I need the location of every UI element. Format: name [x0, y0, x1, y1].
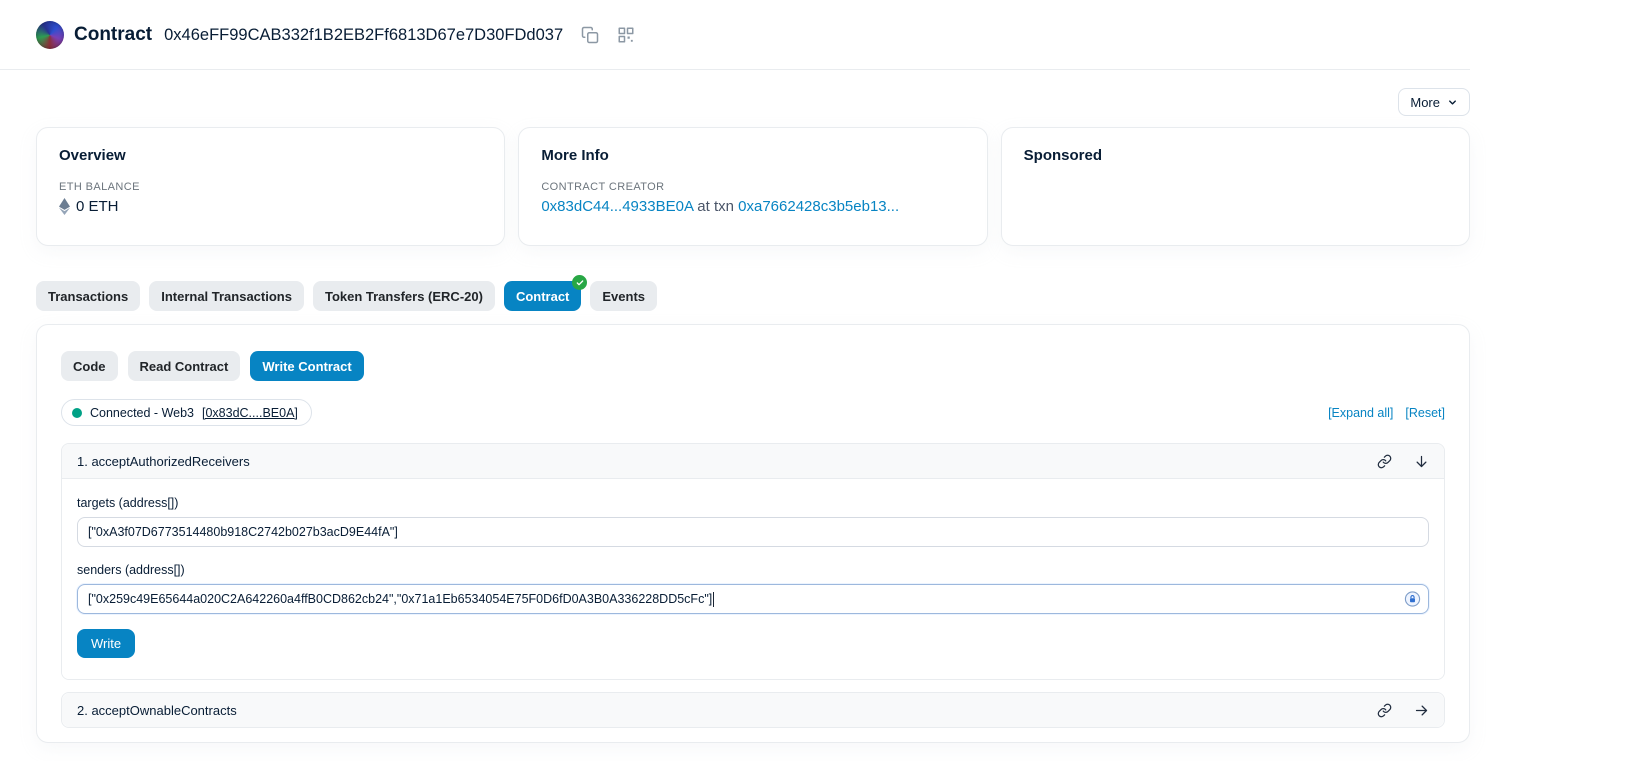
eth-diamond-icon	[59, 198, 70, 215]
subtab-code[interactable]: Code	[61, 351, 118, 381]
overview-card-title: Overview	[59, 147, 482, 164]
text-caret	[713, 592, 714, 607]
password-manager-lock-icon[interactable]	[1404, 591, 1421, 608]
contract-creator-label: CONTRACT CREATOR	[541, 181, 964, 193]
page-title: Contract	[74, 24, 152, 46]
tab-events[interactable]: Events	[590, 281, 657, 311]
senders-input-value: ["0x259c49E65644a020C2A642260a4ffB0CD862…	[88, 592, 712, 606]
method-1-body: targets (address[]) ["0xA3f07D6773514480…	[62, 478, 1444, 679]
subtab-write-contract[interactable]: Write Contract	[250, 351, 363, 381]
sponsored-card: Sponsored	[1001, 127, 1470, 246]
verified-check-icon	[572, 275, 587, 290]
senders-input[interactable]: ["0x259c49E65644a020C2A642260a4ffB0CD862…	[77, 584, 1429, 614]
summary-cards: Overview ETH BALANCE 0 ETH More Info CON…	[36, 127, 1470, 246]
connected-dot-icon	[72, 408, 82, 418]
tab-contract[interactable]: Contract	[504, 281, 581, 311]
targets-input-value: ["0xA3f07D6773514480b918C2742b027b3acD9E…	[88, 525, 398, 539]
contract-avatar	[36, 21, 64, 49]
targets-input[interactable]: ["0xA3f07D6773514480b918C2742b027b3acD9E…	[77, 517, 1429, 547]
overview-card: Overview ETH BALANCE 0 ETH	[36, 127, 505, 246]
creation-txn-link[interactable]: 0xa7662428c3b5eb13...	[738, 198, 899, 215]
at-txn-text: at txn	[697, 198, 734, 215]
chevron-down-icon	[1447, 97, 1458, 108]
main-tabs: Transactions Internal Transactions Token…	[36, 281, 1470, 311]
collapse-arrow-down-icon[interactable]	[1414, 454, 1429, 469]
write-button[interactable]: Write	[77, 629, 135, 658]
reset-link[interactable]: [Reset]	[1405, 406, 1445, 420]
header-divider	[0, 69, 1470, 70]
method-1-header[interactable]: 1. acceptAuthorizedReceivers	[62, 444, 1444, 478]
method-accordion-1: 1. acceptAuthorizedReceivers targets (ad…	[61, 443, 1445, 680]
eth-balance-label: ETH BALANCE	[59, 181, 482, 193]
more-button-label: More	[1410, 95, 1440, 110]
contract-subtabs: Code Read Contract Write Contract	[61, 351, 1445, 381]
expand-all-link[interactable]: [Expand all]	[1328, 406, 1393, 420]
copy-icon[interactable]	[581, 26, 599, 44]
connected-wallet-link[interactable]: [0x83dC....BE0A]	[202, 406, 298, 420]
page-header: Contract 0x46eFF99CAB332f1B2EB2Ff6813D67…	[36, 0, 1632, 49]
connection-status-text: Connected - Web3	[90, 406, 194, 420]
more-info-card-title: More Info	[541, 147, 964, 164]
more-button[interactable]: More	[1398, 88, 1470, 116]
targets-field-label: targets (address[])	[77, 496, 1429, 510]
permalink-chain-icon[interactable]	[1377, 703, 1392, 718]
contract-address: 0x46eFF99CAB332f1B2EB2Ff6813D67e7D30FDd0…	[164, 26, 563, 45]
method-accordion-2: 2. acceptOwnableContracts	[61, 692, 1445, 728]
tab-internal-transactions[interactable]: Internal Transactions	[149, 281, 304, 311]
method-2-title: 2. acceptOwnableContracts	[77, 703, 237, 718]
method-1-title: 1. acceptAuthorizedReceivers	[77, 454, 250, 469]
creator-address-link[interactable]: 0x83dC44...4933BE0A	[541, 198, 693, 215]
contract-panel: Code Read Contract Write Contract Connec…	[36, 324, 1470, 743]
tab-transactions[interactable]: Transactions	[36, 281, 140, 311]
method-2-header[interactable]: 2. acceptOwnableContracts	[62, 693, 1444, 727]
expand-arrow-right-icon[interactable]	[1414, 703, 1429, 718]
qr-grid-icon[interactable]	[617, 26, 635, 44]
wallet-connection-status: Connected - Web3 [0x83dC....BE0A]	[61, 399, 312, 426]
more-info-card: More Info CONTRACT CREATOR 0x83dC44...49…	[518, 127, 987, 246]
subtab-read-contract[interactable]: Read Contract	[128, 351, 241, 381]
tab-contract-label: Contract	[516, 289, 569, 304]
permalink-chain-icon[interactable]	[1377, 454, 1392, 469]
tab-token-transfers[interactable]: Token Transfers (ERC-20)	[313, 281, 495, 311]
sponsored-card-title: Sponsored	[1024, 147, 1447, 164]
senders-field-label: senders (address[])	[77, 563, 1429, 577]
eth-balance-value: 0 ETH	[76, 198, 119, 215]
